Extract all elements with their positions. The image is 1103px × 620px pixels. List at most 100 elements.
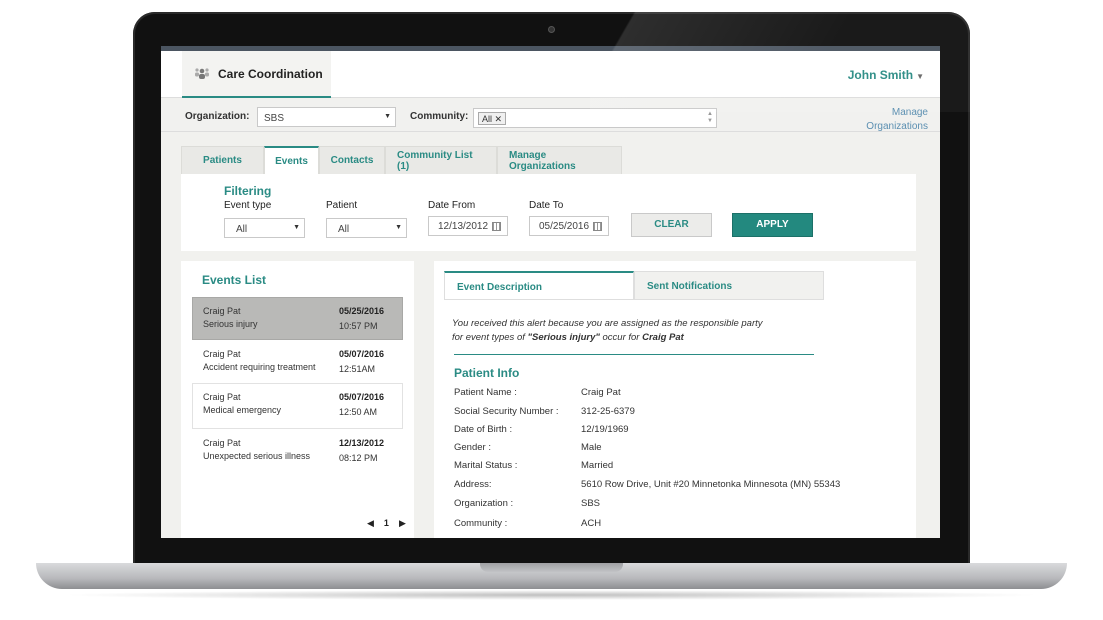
event-item[interactable]: Craig Pat Medical emergency 05/07/2016 1… (192, 383, 403, 429)
main-tabs: Patients Events Contacts Community List … (181, 146, 622, 174)
note-prefix: for event types of (452, 332, 528, 343)
event-detail-panel: Event Description Sent Notifications You… (434, 261, 916, 538)
tab-community-list[interactable]: Community List (1) (385, 146, 497, 174)
event-time: 08:12 PM (339, 453, 378, 463)
date-to-value: 05/25/2016 (539, 221, 590, 232)
organization-value: SBS (264, 113, 285, 124)
tab-events[interactable]: Events (264, 146, 319, 174)
field-patient-name: Patient Name : Craig Pat (454, 387, 621, 398)
event-type-value: All (236, 224, 248, 235)
field-dob: Date of Birth : 12/19/1969 (454, 424, 629, 435)
alert-note-line1: You received this alert because you are … (452, 318, 763, 329)
patient-select[interactable]: All ▼ (326, 218, 407, 238)
event-item[interactable]: Craig Pat Unexpected serious illness 12/… (192, 429, 403, 472)
current-page[interactable]: 1 (384, 518, 389, 529)
event-item[interactable]: Craig Pat Serious injury 05/25/2016 10:5… (192, 297, 403, 340)
event-patient: Craig Pat (203, 438, 241, 448)
field-ssn: Social Security Number : 312-25-6379 (454, 406, 635, 417)
dropdown-arrow-icon: ▼ (395, 224, 402, 231)
clear-button[interactable]: CLEAR (631, 213, 712, 237)
laptop-mockup: Care Coordination John Smith ▼ Organizati… (0, 0, 1103, 620)
detail-tabs: Event Description Sent Notifications (444, 271, 824, 300)
events-list-panel: Events List Craig Pat Serious injury 05/… (181, 261, 414, 538)
filter-heading: Filtering (224, 184, 272, 198)
patient-value: All (338, 224, 350, 235)
dropdown-arrow-icon: ▼ (384, 113, 391, 120)
field-value: 12/19/1969 (581, 424, 629, 435)
app-header: Care Coordination John Smith ▼ (161, 51, 940, 98)
pagination: ◀ 1 ▶ (367, 518, 406, 529)
care-team-icon (194, 67, 210, 81)
event-time: 12:51AM (339, 364, 376, 374)
user-menu[interactable]: John Smith ▼ (848, 68, 924, 82)
tab-patients[interactable]: Patients (181, 146, 264, 174)
remove-tag-icon[interactable]: ✕ (495, 114, 503, 124)
caret-down-icon: ▼ (916, 72, 924, 81)
field-address: Address: 5610 Row Drive, Unit #20 Minneto… (454, 479, 840, 490)
patient-label: Patient (326, 200, 358, 211)
field-label: Patient Name : (454, 387, 517, 398)
field-marital-status: Marital Status : Married (454, 460, 613, 471)
date-from-value: 12/13/2012 (438, 221, 489, 232)
event-item[interactable]: Craig Pat Accident requiring treatment 0… (192, 340, 403, 383)
community-label: Community: (410, 111, 469, 122)
date-from-input[interactable]: 12/13/2012 (428, 216, 508, 236)
apply-button[interactable]: APPLY (732, 213, 813, 237)
field-value: SBS (581, 498, 601, 509)
field-value: Craig Pat (581, 387, 621, 398)
tab-manage-organizations[interactable]: Manage Organizations (497, 146, 622, 174)
event-date: 12/13/2012 (339, 438, 385, 448)
date-to-label: Date To (529, 200, 564, 211)
event-type-label: Event type (224, 200, 272, 211)
field-value: 312-25-6379 (581, 406, 635, 417)
note-patient: Craig Pat (642, 332, 684, 343)
filter-panel: Filtering Event type All ▼ Patient All ▼… (181, 174, 916, 251)
spinner-arrows-icon[interactable]: ▲ ▼ (707, 111, 713, 125)
events-list-heading: Events List (202, 273, 267, 287)
note-mid: occur for (599, 332, 643, 343)
date-from-label: Date From (428, 200, 476, 211)
date-to-input[interactable]: 05/25/2016 (529, 216, 609, 236)
calendar-icon[interactable] (593, 222, 602, 231)
event-type: Serious injury (203, 319, 258, 329)
event-type: Medical emergency (203, 405, 282, 415)
dropdown-arrow-icon: ▼ (293, 224, 300, 231)
field-label: Date of Birth : (454, 424, 513, 435)
patient-info-heading: Patient Info (454, 366, 520, 380)
field-label: Organization : (454, 498, 514, 509)
camera-icon (548, 26, 555, 33)
field-value: 5610 Row Drive, Unit #20 Minnetonka Minn… (581, 479, 841, 490)
event-patient: Craig Pat (203, 349, 241, 359)
alert-note-line2: for event types of "Serious injury" occu… (452, 331, 763, 345)
field-value: Male (581, 442, 602, 453)
event-date: 05/07/2016 (339, 349, 385, 359)
note-event-type: "Serious injury" (527, 332, 600, 343)
organization-bar: Organization: SBS ▼ Community: All ✕ ▲ ▼ … (161, 99, 940, 132)
laptop-notch (480, 563, 623, 572)
community-multiselect[interactable]: All ✕ ▲ ▼ (473, 108, 717, 128)
manage-line1: Manage (891, 107, 928, 118)
manage-line2: Organizations (866, 121, 928, 132)
manage-organizations-link[interactable]: Manage Organizations (866, 106, 928, 134)
calendar-icon[interactable] (492, 222, 501, 231)
tab-event-description[interactable]: Event Description (444, 271, 634, 300)
app-brand[interactable]: Care Coordination (182, 51, 331, 98)
event-type: Accident requiring treatment (203, 362, 316, 372)
event-date: 05/07/2016 (339, 392, 385, 402)
field-label: Gender : (454, 442, 491, 453)
event-time: 12:50 AM (339, 407, 378, 417)
event-type-select[interactable]: All ▼ (224, 218, 305, 238)
field-value: Married (581, 460, 614, 471)
organization-select[interactable]: SBS ▼ (257, 107, 396, 127)
field-label: Community : (454, 518, 508, 529)
tab-contacts[interactable]: Contacts (319, 146, 385, 174)
user-name: John Smith (847, 68, 914, 82)
next-page-icon[interactable]: ▶ (399, 518, 406, 529)
app-title: Care Coordination (218, 66, 323, 81)
tab-sent-notifications[interactable]: Sent Notifications (634, 271, 824, 300)
field-value: ACH (581, 518, 602, 529)
divider (454, 354, 814, 355)
laptop-shadow (60, 590, 1043, 600)
prev-page-icon[interactable]: ◀ (367, 518, 374, 529)
community-tag[interactable]: All ✕ (478, 112, 507, 125)
